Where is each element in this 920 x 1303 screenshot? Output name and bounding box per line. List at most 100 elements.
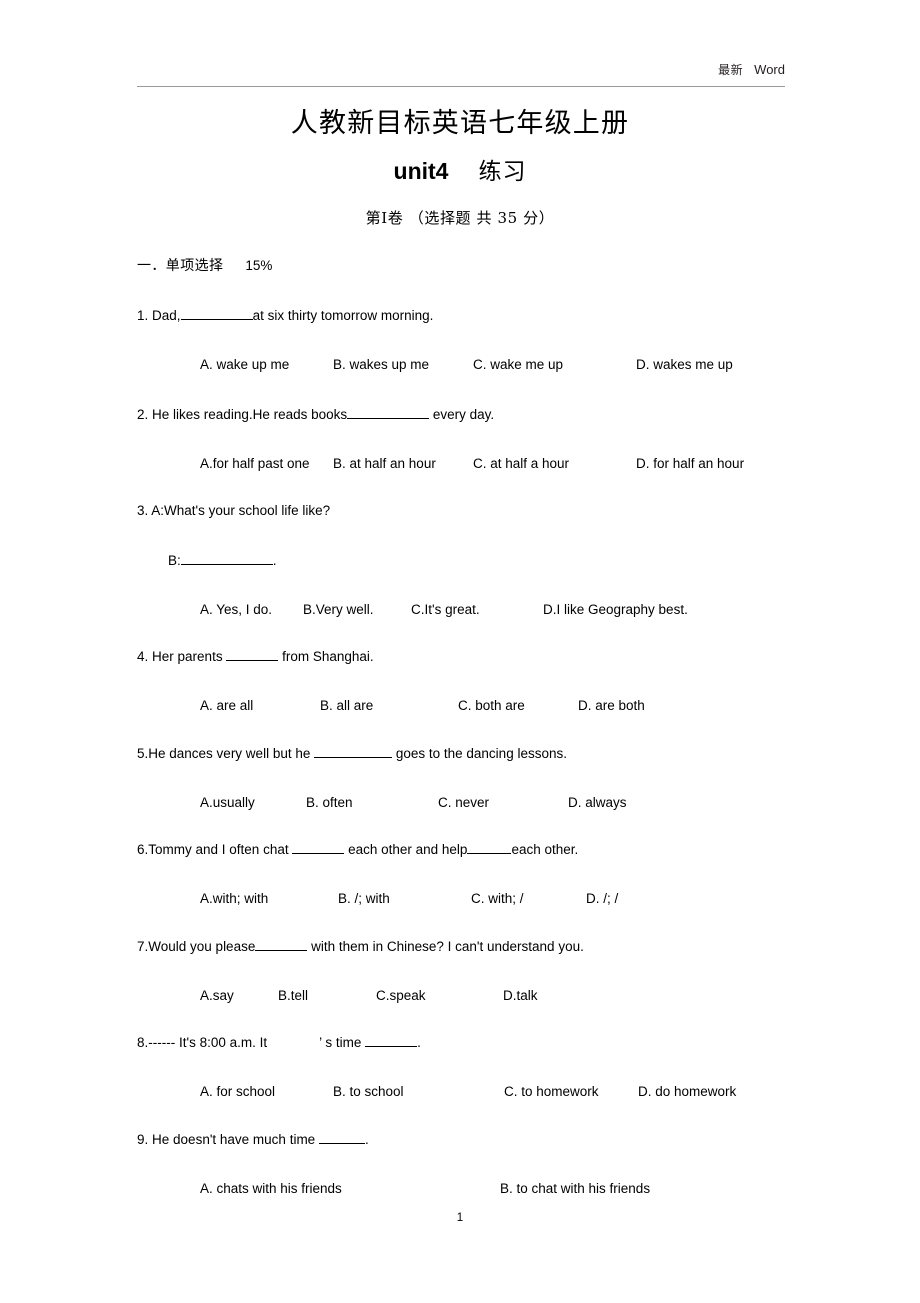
- option-c[interactable]: C. both are: [458, 697, 525, 715]
- section-label: 一．单项选择: [137, 258, 224, 274]
- option-b[interactable]: B. to school: [333, 1083, 404, 1101]
- answer-blank: [347, 405, 430, 419]
- question-stem: 3. A:What's your school life like?: [137, 502, 837, 520]
- option-c[interactable]: C. wake me up: [473, 356, 563, 374]
- option-d[interactable]: D.I like Geography best.: [543, 601, 688, 619]
- option-b[interactable]: B. /; with: [338, 890, 390, 908]
- stem-text-mid: each other and help: [344, 842, 468, 857]
- question-9: 9. He doesn't have much time . A. chats …: [137, 1130, 837, 1198]
- question-stem: 7.Would you please with them in Chinese?…: [137, 937, 837, 956]
- question-1: 1. Dad, at six thirty tomorrow morning. A…: [137, 306, 837, 374]
- option-b[interactable]: B. often: [306, 794, 353, 812]
- stem-text-after: from Shanghai.: [278, 649, 374, 664]
- answer-blank: [180, 306, 253, 320]
- question-options: A.usually B. often C. never D. always: [168, 794, 837, 812]
- answer-blank: [314, 744, 393, 758]
- option-d[interactable]: D. for half an hour: [636, 455, 744, 473]
- option-a[interactable]: A. are all: [200, 697, 253, 715]
- option-d[interactable]: D. always: [568, 794, 627, 812]
- sub-speaker-label: B:: [168, 553, 181, 568]
- question-5: 5.He dances very well but he goes to the…: [137, 744, 837, 812]
- option-a[interactable]: A.say: [200, 987, 234, 1005]
- option-c[interactable]: C. with; /: [471, 890, 524, 908]
- option-c[interactable]: C. at half a hour: [473, 455, 569, 473]
- sub-text-after: .: [272, 553, 277, 568]
- question-number: 1.: [137, 308, 149, 323]
- option-a[interactable]: A. Yes, I do.: [200, 601, 272, 619]
- header-cjk-text: 最新: [718, 63, 744, 77]
- question-2: 2. He likes reading.He reads books every…: [137, 405, 837, 473]
- stem-text-before: Dad,: [152, 308, 181, 323]
- stem-text-before: Her parents: [152, 649, 227, 664]
- answer-blank: [365, 1033, 418, 1047]
- stem-text-before: He likes reading.He reads books: [152, 407, 348, 422]
- option-a[interactable]: A. wake up me: [200, 356, 289, 374]
- option-d[interactable]: D. /; /: [586, 890, 618, 908]
- option-b[interactable]: B. to chat with his friends: [500, 1180, 650, 1198]
- section-percent: 15%: [245, 258, 273, 273]
- answer-blank: [255, 937, 308, 951]
- question-options: A. for school B. to school C. to homewor…: [168, 1083, 837, 1101]
- question-stem: 2. He likes reading.He reads books every…: [137, 405, 837, 424]
- question-number: 4.: [137, 649, 149, 664]
- question-options: A.say B.tell C.speak D.talk: [168, 987, 837, 1005]
- header-divider: [137, 86, 785, 87]
- option-c[interactable]: C. to homework: [504, 1083, 599, 1101]
- stem-text-after: goes to the dancing lessons.: [392, 746, 567, 761]
- option-b[interactable]: B.tell: [278, 987, 308, 1005]
- question-number: 2.: [137, 407, 149, 422]
- option-c[interactable]: C.It's great.: [411, 601, 480, 619]
- subtitle-cn: 练习: [478, 159, 527, 185]
- question-stem: 1. Dad, at six thirty tomorrow morning.: [137, 306, 837, 325]
- stem-text-before: A:What's your school life like?: [151, 503, 331, 518]
- question-options: A. Yes, I do. B.Very well. C.It's great.…: [168, 601, 837, 619]
- option-a[interactable]: A. for school: [200, 1083, 275, 1101]
- option-a[interactable]: A.usually: [200, 794, 255, 812]
- question-stem: 6.Tommy and I often chat each other and …: [137, 840, 837, 859]
- option-a[interactable]: A.with; with: [200, 890, 268, 908]
- option-c[interactable]: C. never: [438, 794, 489, 812]
- question-number: 6.: [137, 842, 149, 857]
- option-d[interactable]: D.talk: [503, 987, 538, 1005]
- question-sub-line: B:.: [168, 551, 837, 570]
- header-label: 最新 Word: [718, 60, 785, 80]
- question-stem: 9. He doesn't have much time .: [137, 1130, 837, 1149]
- header-word-text: Word: [754, 62, 785, 77]
- stem-text-before: He doesn't have much time: [152, 1132, 319, 1147]
- option-b[interactable]: B. at half an hour: [333, 455, 436, 473]
- subtitle-unit: unit4: [393, 158, 449, 184]
- question-stem: 4. Her parents from Shanghai.: [137, 647, 837, 666]
- option-a[interactable]: A.for half past one: [200, 455, 310, 473]
- option-b[interactable]: B.Very well.: [303, 601, 374, 619]
- option-c[interactable]: C.speak: [376, 987, 426, 1005]
- stem-text-before: Tommy and I often chat: [148, 842, 293, 857]
- option-d[interactable]: D. do homework: [638, 1083, 736, 1101]
- stem-text-after: at six thirty tomorrow morning.: [252, 308, 434, 323]
- page-number: 1: [456, 1212, 464, 1224]
- option-b[interactable]: B. wakes up me: [333, 356, 429, 374]
- question-number: 8.: [137, 1035, 149, 1050]
- question-number: 7.: [137, 939, 149, 954]
- option-d[interactable]: D. wakes me up: [636, 356, 733, 374]
- option-a[interactable]: A. chats with his friends: [200, 1180, 342, 1198]
- stem-text-after: .: [364, 1132, 369, 1147]
- question-4: 4. Her parents from Shanghai. A. are all…: [137, 647, 837, 715]
- question-7: 7.Would you please with them in Chinese?…: [137, 937, 837, 1005]
- question-options: A. are all B. all are C. both are D. are…: [168, 697, 837, 715]
- question-8: 8.------ It's 8:00 a.m. It ’ s time . A. …: [137, 1033, 837, 1101]
- question-stem: 5.He dances very well but he goes to the…: [137, 744, 837, 763]
- document-title: 人教新目标英语七年级上册: [290, 108, 630, 139]
- option-d[interactable]: D. are both: [578, 697, 645, 715]
- part-heading: 第Ⅰ卷 （选择题 共 35 分）: [365, 209, 555, 227]
- document-subtitle: unit4 练习: [0, 154, 920, 189]
- question-number: 3.: [137, 503, 149, 518]
- question-3: 3. A:What's your school life like? B:. A…: [137, 502, 837, 619]
- stem-text-after: .: [417, 1035, 421, 1050]
- question-options: A. wake up me B. wakes up me C. wake me …: [168, 356, 837, 374]
- question-options: A.for half past one B. at half an hour C…: [168, 455, 837, 473]
- option-b[interactable]: B. all are: [320, 697, 373, 715]
- question-stem: 8.------ It's 8:00 a.m. It ’ s time .: [137, 1033, 837, 1052]
- question-6: 6.Tommy and I often chat each other and …: [137, 840, 837, 908]
- document-page: 最新 Word 人教新目标英语七年级上册 unit4 练习 第Ⅰ卷 （选择题 共 3…: [0, 0, 920, 1303]
- stem-text-before: He dances very well but he: [148, 746, 315, 761]
